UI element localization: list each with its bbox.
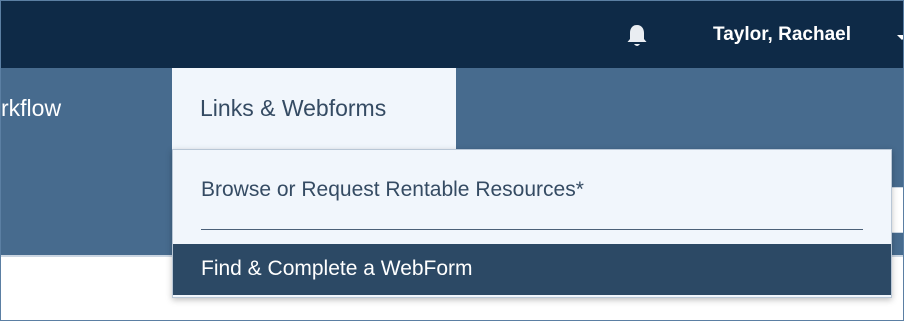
- nav-tab-links-webforms[interactable]: Links & Webforms: [172, 68, 456, 149]
- menu-item-find-complete-webform[interactable]: Find & Complete a WebForm: [173, 244, 891, 295]
- caret-down-icon[interactable]: [897, 35, 903, 40]
- links-webforms-dropdown: Browse or Request Rentable Resources* Fi…: [172, 149, 892, 298]
- main-nav: rkflow Links & Webforms: [1, 68, 903, 149]
- user-menu-name[interactable]: Taylor, Rachael: [713, 23, 851, 47]
- menu-divider: [201, 229, 863, 230]
- app-window: Taylor, Rachael rkflow Links & Webforms …: [0, 0, 904, 321]
- bell-icon[interactable]: [625, 23, 649, 49]
- menu-item-label: Find & Complete a WebForm: [201, 257, 473, 280]
- menu-item-browse-rentable-resources[interactable]: Browse or Request Rentable Resources*: [201, 175, 584, 205]
- nav-item-workflow[interactable]: rkflow: [1, 93, 61, 123]
- top-bar: Taylor, Rachael: [1, 1, 903, 68]
- nav-tab-links-webforms-label: Links & Webforms: [200, 95, 387, 121]
